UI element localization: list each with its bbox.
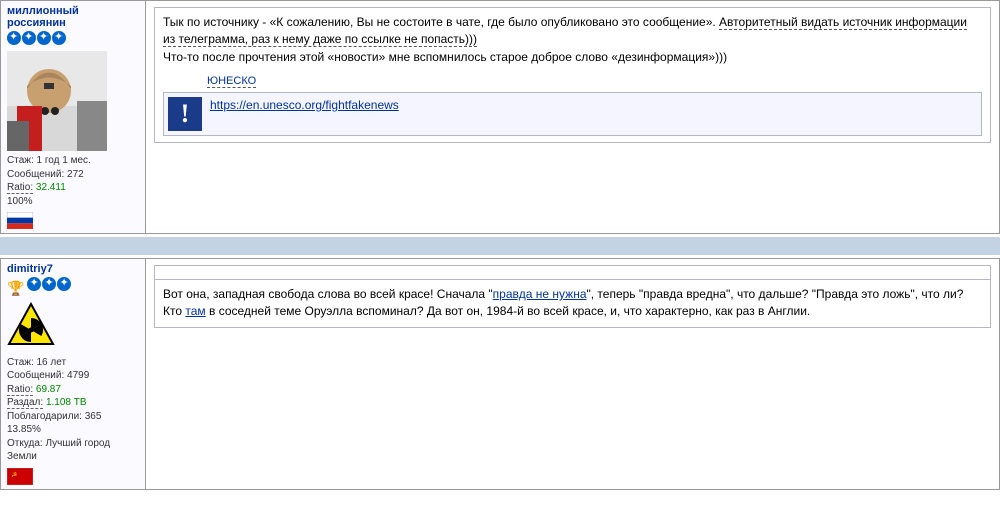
flag-russia-icon (7, 212, 33, 229)
forum-post: dimitriy7 🏆 Стаж: 16 лет Сообщений: 4799… (0, 258, 1000, 490)
inline-link[interactable]: правда не нужна (493, 287, 587, 301)
message-body: Тык по источнику - «К сожалению, Вы не с… (154, 7, 991, 143)
svg-text:☭: ☭ (11, 471, 17, 479)
user-stat: Стаж: 1 год 1 мес. (7, 154, 139, 168)
post-text: Тык по источнику - «К сожалению, Вы не с… (163, 15, 719, 29)
star-icon (37, 31, 51, 45)
username-link[interactable]: миллионный россиянин (7, 5, 139, 29)
user-column: миллионный россиянин Стаж: 1 год 1 мес. … (1, 1, 146, 233)
avatar[interactable] (7, 51, 107, 151)
user-stat: Раздал: 1.108 ТВ (7, 396, 139, 410)
message-column: Тык по источнику - «К сожалению, Вы не с… (146, 1, 999, 233)
user-stat: Откуда: Лучший город Земли (7, 437, 139, 464)
exclamation-icon: ! (168, 97, 202, 131)
star-icon (7, 31, 21, 45)
user-stat: 100% (7, 195, 139, 209)
inline-link[interactable]: там (185, 304, 205, 318)
flag-ussr-icon: ☭ (7, 468, 33, 485)
user-stat: Сообщений: 272 (7, 168, 139, 182)
star-icon (57, 277, 71, 291)
star-icon (52, 31, 66, 45)
user-stat: Ratio: 32.411 (7, 181, 139, 195)
message-body: Вот она, западная свобода слова во всей … (154, 279, 991, 328)
trophy-icon: 🏆 (7, 280, 24, 297)
star-icon (42, 277, 56, 291)
user-column: dimitriy7 🏆 Стаж: 16 лет Сообщений: 4799… (1, 259, 146, 489)
user-stat: Стаж: 16 лет (7, 356, 139, 370)
user-stat: Ratio: 69.87 (7, 383, 139, 397)
user-rank-stars (7, 31, 139, 48)
quote-link[interactable]: https://en.unesco.org/fightfakenews (210, 97, 399, 114)
message-header-bar (154, 265, 991, 279)
post-text: Вот она, западная свобода слова во всей … (163, 287, 493, 301)
post-text: в соседней теме Оруэлла вспоминал? Да во… (206, 304, 811, 318)
post-text: Что-то после прочтения этой «новости» мн… (163, 50, 727, 64)
message-column: Вот она, западная свобода слова во всей … (146, 259, 999, 489)
forum-post: миллионный россиянин Стаж: 1 год 1 мес. … (0, 0, 1000, 234)
username-link[interactable]: dimitriy7 (7, 263, 139, 275)
quote-title[interactable]: ЮНЕСКО (207, 75, 256, 88)
avatar[interactable] (7, 302, 55, 350)
star-icon (27, 277, 41, 291)
user-stat: Поблагодарили: 365 (7, 410, 139, 424)
post-divider (0, 237, 1000, 255)
quote-block: ЮНЕСКО ! https://en.unesco.org/fightfake… (163, 72, 982, 136)
user-stat: 13.85% (7, 423, 139, 437)
user-rank-stars: 🏆 (7, 277, 139, 297)
star-icon (22, 31, 36, 45)
user-stat: Сообщений: 4799 (7, 369, 139, 383)
